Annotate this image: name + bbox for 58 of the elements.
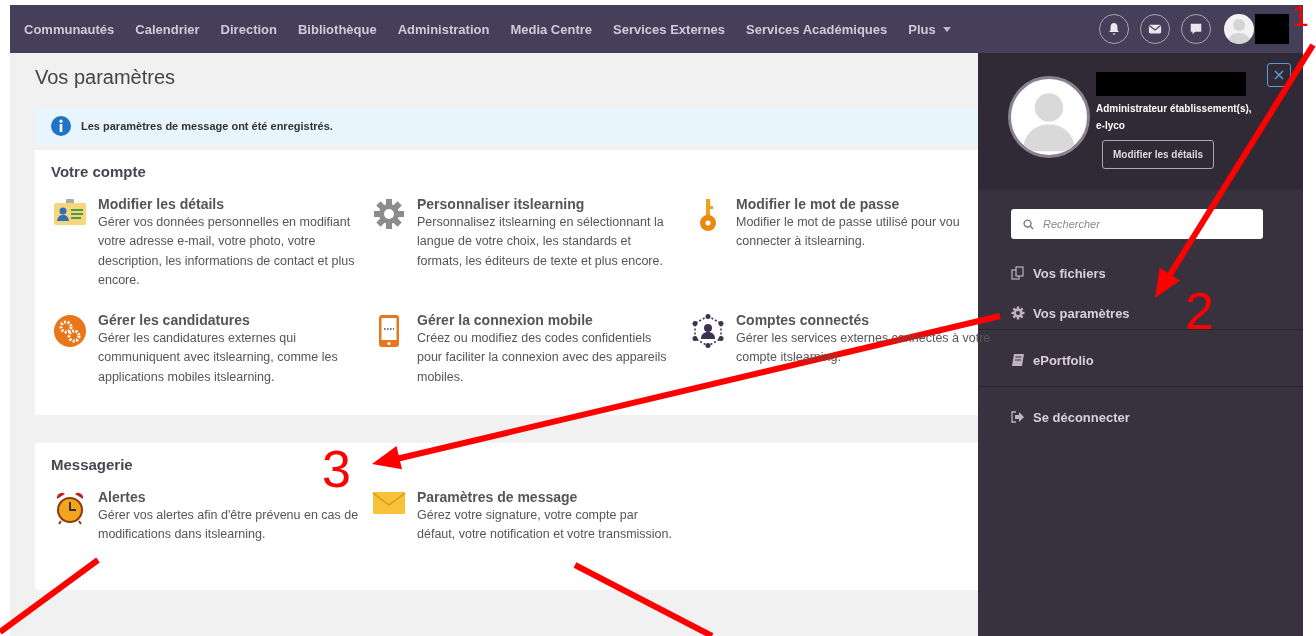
settings-link[interactable]: Modifier le mot de passe <box>736 196 900 213</box>
panel-menu-item[interactable]: Vos paramètres <box>1011 303 1130 323</box>
search-field[interactable]: Rechercher <box>1011 209 1263 239</box>
close-button[interactable] <box>1267 63 1291 87</box>
envelope-icon <box>371 491 406 515</box>
settings-description: Créez ou modifiez des codes confidentiels pour faciliter la connexion avec des appareils mobiles. <box>417 330 668 386</box>
phone-icon <box>377 314 400 349</box>
settings-link[interactable]: Modifier les détails <box>98 196 225 213</box>
settings-description: Personnalisez itslearning en sélectionnant la langue de votre choix, les standards et formats, les éditeurs de texte et plus encore. <box>417 214 665 270</box>
section-title: Votre compte <box>51 163 147 180</box>
settings-link[interactable]: Personnaliser itslearning <box>417 196 585 213</box>
info-icon <box>51 116 71 136</box>
key-icon <box>697 198 718 232</box>
panel-menu-item[interactable]: ePortfolio <box>1011 350 1094 370</box>
user-role-text: Administrateur établissement(s), <box>1096 102 1252 116</box>
id-card-icon <box>52 198 87 228</box>
settings-description: Gérer vos données personnelles en modifiant votre adresse e-mail, votre photo, votre description, les informations de contact et plus encore. <box>98 214 356 289</box>
gear-icon <box>1011 306 1025 320</box>
caret-icon <box>942 26 951 32</box>
settings-link[interactable]: Alertes <box>98 489 146 506</box>
nav-link[interactable]: Bibliothèque <box>297 21 377 37</box>
nav-link[interactable]: Media Centre <box>510 21 593 37</box>
files-icon <box>1011 266 1025 280</box>
close-icon <box>1274 70 1284 80</box>
logout-icon <box>1011 410 1025 424</box>
settings-link[interactable]: Comptes connectés <box>736 312 870 330</box>
nav-link[interactable]: Communautés <box>24 21 115 37</box>
settings-link[interactable]: Gérer les candidatures <box>98 312 250 330</box>
annotation-number: 2 <box>1185 285 1214 337</box>
section-title: Messagerie <box>51 456 134 473</box>
nav-link[interactable]: Services Académiques <box>746 21 888 37</box>
user-avatar[interactable] <box>1224 14 1254 44</box>
settings-description: Gérez votre signature, votre compte par défaut, votre notification et votre transmission. <box>417 507 673 544</box>
more-menu[interactable]: Plus <box>908 21 951 37</box>
book-icon <box>1011 353 1025 367</box>
bell-icon <box>1107 22 1121 36</box>
notice-text: Les paramètres de message ont été enregistrés. <box>81 120 333 132</box>
envelope-icon <box>1148 22 1162 36</box>
settings-link[interactable]: Paramètres de message <box>417 489 578 506</box>
panel-menu-item[interactable]: Se déconnecter <box>1011 407 1130 427</box>
gear-icon <box>372 198 405 230</box>
annotation-number: 3 <box>322 443 351 495</box>
nav-link[interactable]: Direction <box>220 21 277 37</box>
nav-link[interactable]: Services Externes <box>613 21 726 37</box>
panel-menu-item[interactable]: Vos fichiers <box>1011 263 1106 283</box>
nav-link[interactable]: Administration <box>397 21 490 37</box>
user-role-text: e-lyco <box>1096 119 1125 133</box>
edit-details-button[interactable]: Modifier les détails <box>1102 140 1215 169</box>
settings-description: Gérer les candidatures externes qui communiquent avec itslearning, comme les applications mobiles itslearning. <box>98 330 339 386</box>
connected-accounts-icon <box>690 314 725 349</box>
gears-icon <box>52 314 87 349</box>
page-title: Vos paramètres <box>35 65 177 90</box>
settings-link[interactable]: Gérer la connexion mobile <box>417 312 593 330</box>
redaction-block <box>1255 14 1289 44</box>
settings-description: Modifier le mot de passe utilisé pour vou connecter à itslearning. <box>736 214 961 251</box>
chat-bubble-icon <box>1189 22 1203 36</box>
settings-description: Gérer vos alertes afin d'être prévenu en cas de modifications dans itslearning. <box>98 507 360 544</box>
nav-link[interactable]: Calendrier <box>135 21 200 37</box>
